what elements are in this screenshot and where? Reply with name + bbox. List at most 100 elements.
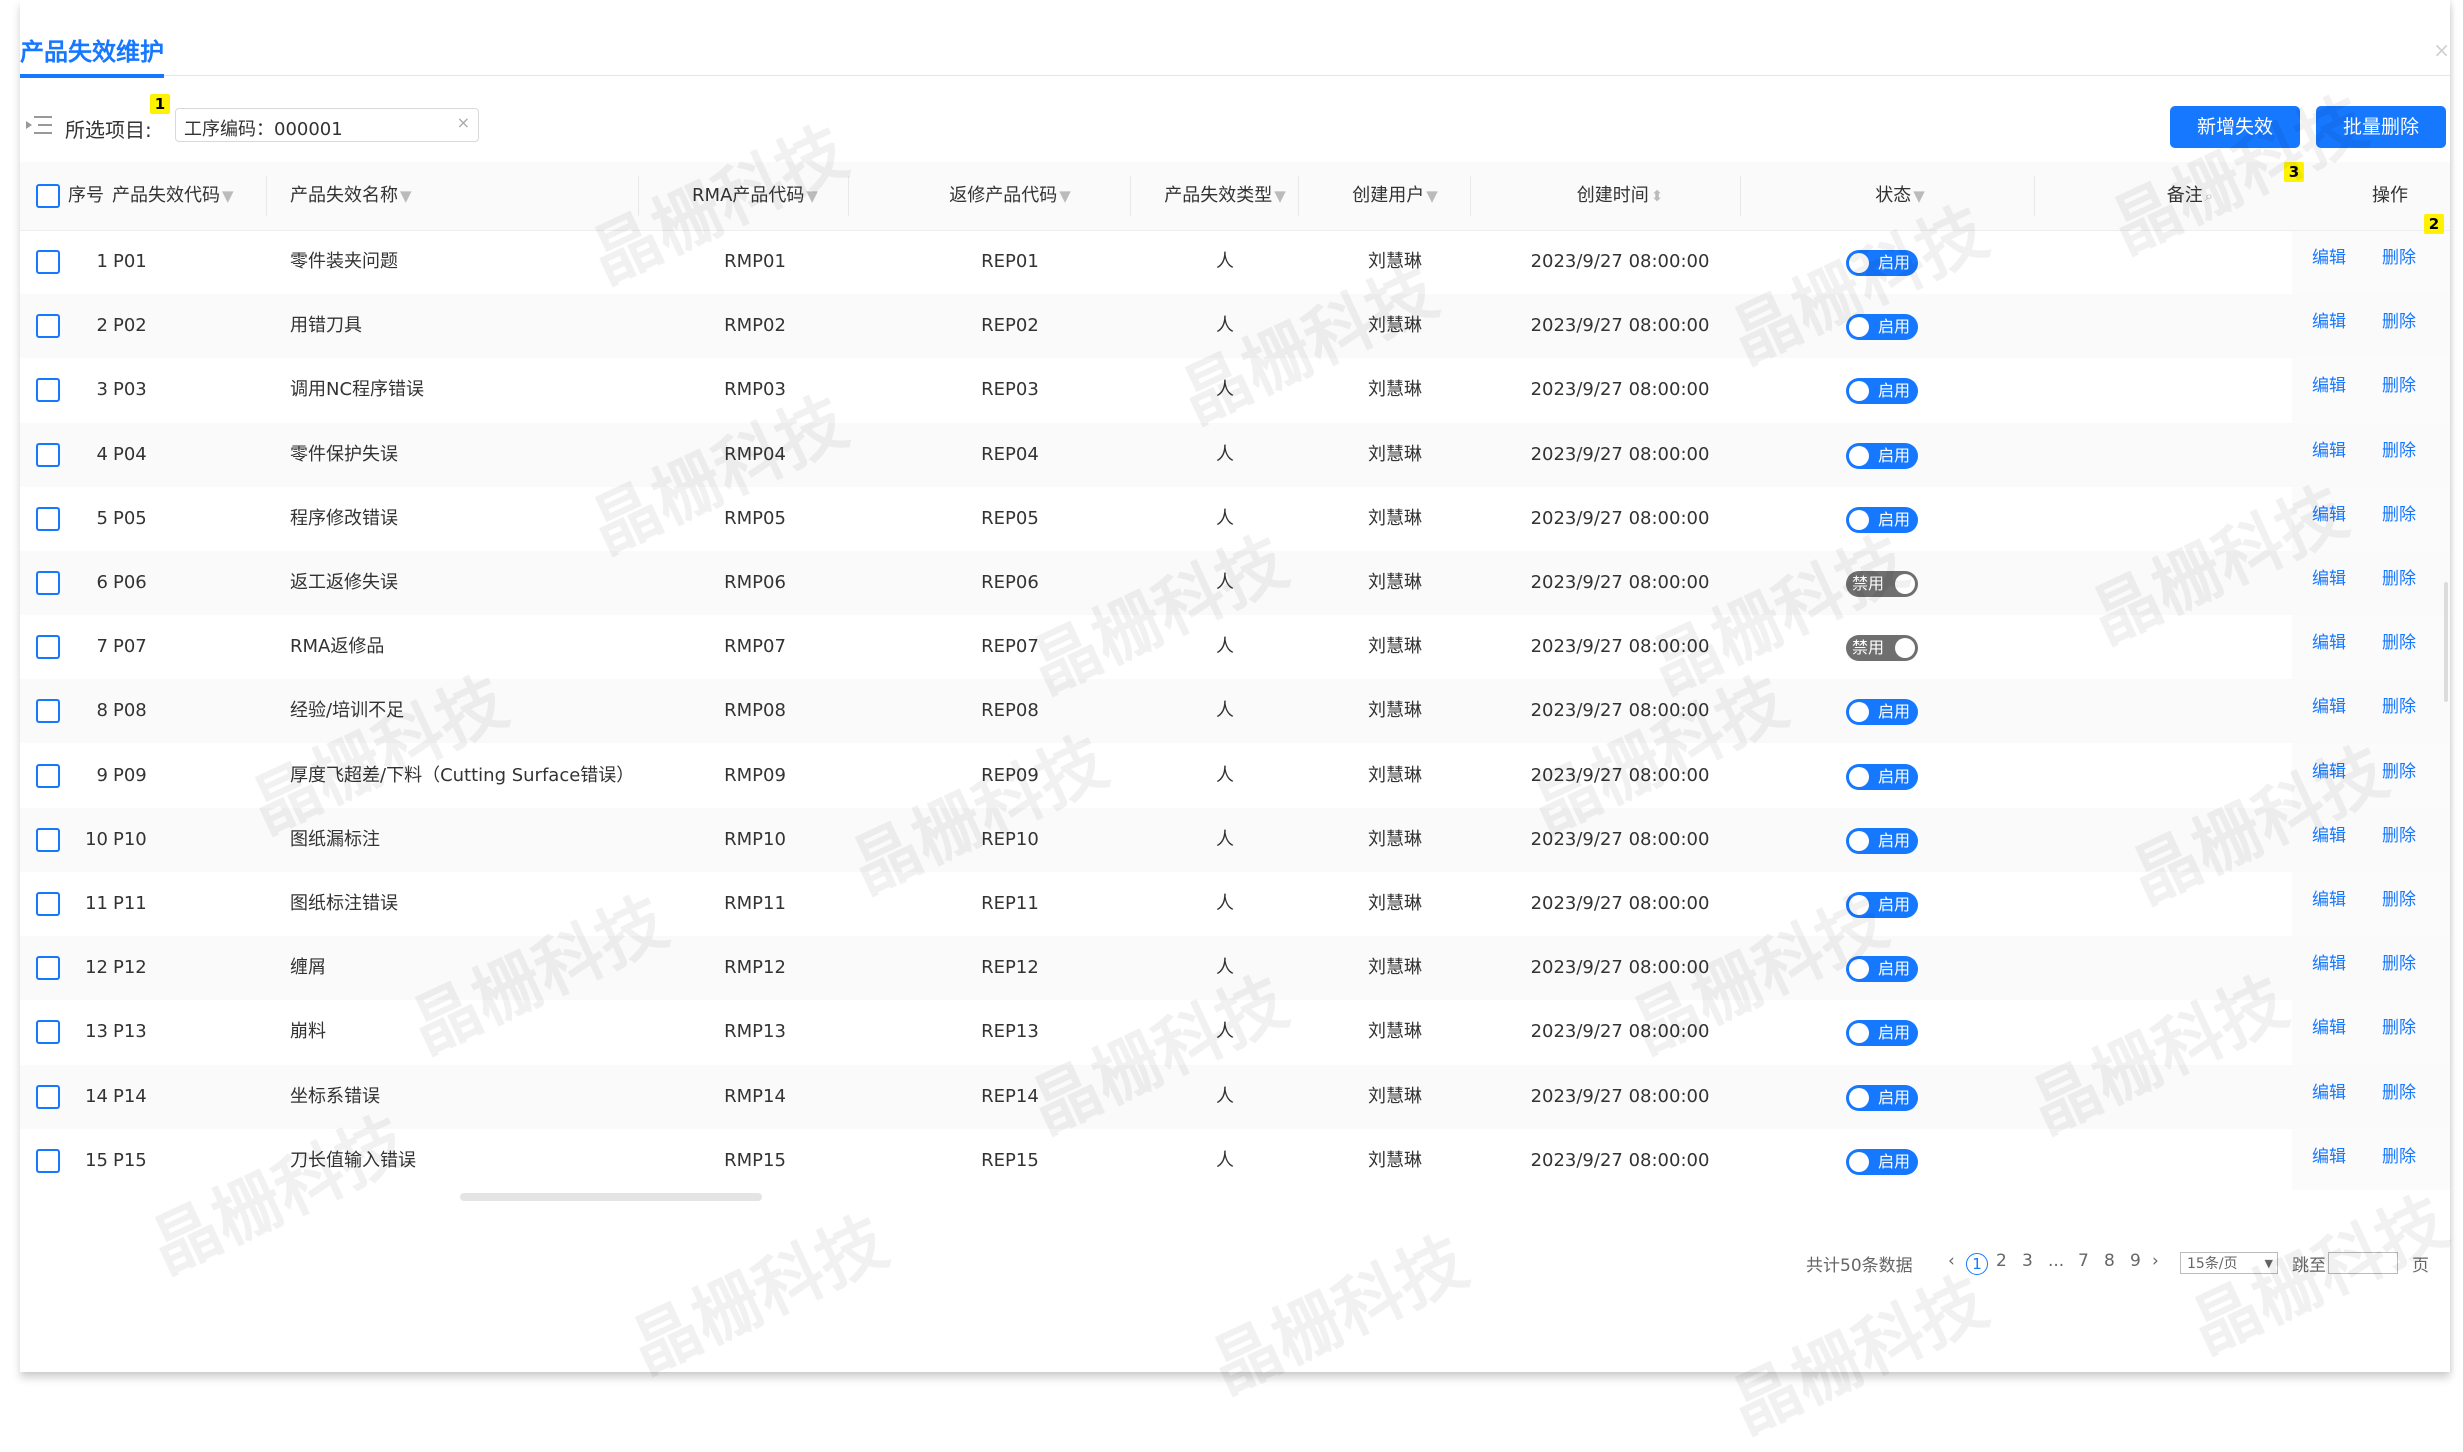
table-row[interactable]: 7 P07 RMA返修品 RMP07 REP07 人 刘慧琳 2023/9/27 08:00:… <box>20 615 2450 679</box>
table-row[interactable]: 6 P06 返工返修失误 RMP06 REP06 人 刘慧琳 2023/9/27 08:00:… <box>20 551 2450 615</box>
row-checkbox[interactable] <box>36 378 60 403</box>
table-row[interactable]: 5 P05 程序修改错误 RMP05 REP05 人 刘慧琳 2023/9/27 08:00:… <box>20 487 2450 551</box>
status-toggle[interactable]: 启用 <box>1846 506 1918 533</box>
row-checkbox[interactable] <box>36 699 60 724</box>
edit-link[interactable]: 编辑 <box>2312 744 2346 800</box>
batch-delete-button[interactable]: 批量删除 <box>2316 106 2446 148</box>
row-checkbox[interactable] <box>36 1084 60 1109</box>
table-row[interactable]: 1 P01 零件装夹问题 RMP01 REP01 人 刘慧琳 2023/9/27 08:00:… <box>20 230 2450 294</box>
delete-link[interactable]: 删除 <box>2382 551 2416 607</box>
edit-link[interactable]: 编辑 <box>2312 294 2346 350</box>
table-row[interactable]: 2 P02 用错刀具 RMP02 REP02 人 刘慧琳 2023/9/27 08:00:00… <box>20 294 2450 359</box>
add-failure-button[interactable]: 新增失效 <box>2170 106 2300 148</box>
edit-link[interactable]: 编辑 <box>2312 487 2346 543</box>
table-row[interactable]: 12 P12 缠屑 RMP12 REP12 人 刘慧琳 2023/9/27 08:00:00 启… <box>20 936 2450 1001</box>
table-row[interactable]: 15 P15 刀长值输入错误 RMP15 REP15 人 刘慧琳 2023/9/27 08:0… <box>20 1129 2450 1193</box>
status-toggle[interactable]: 启用 <box>1846 250 1918 276</box>
sort-icon[interactable]: ⬍ <box>1651 187 1664 205</box>
status-toggle[interactable]: 启用 <box>1846 1148 1918 1175</box>
filter-icon[interactable]: ▼ <box>400 187 412 205</box>
delete-link[interactable]: 删除 <box>2382 808 2416 864</box>
edit-link[interactable]: 编辑 <box>2312 1129 2346 1185</box>
edit-link[interactable]: 编辑 <box>2312 230 2346 286</box>
edit-link[interactable]: 编辑 <box>2312 551 2346 607</box>
status-toggle[interactable]: 启用 <box>1846 699 1918 726</box>
page-size-select[interactable]: 15条/页 ▼ <box>2180 1252 2278 1274</box>
filter-icon[interactable]: ▼ <box>806 187 818 205</box>
delete-link[interactable]: 删除 <box>2382 1065 2416 1121</box>
edit-link[interactable]: 编辑 <box>2312 358 2346 414</box>
edit-link[interactable]: 编辑 <box>2312 936 2346 992</box>
filter-tag[interactable]: 工序编码：000001 × <box>175 108 479 142</box>
status-toggle[interactable]: 启用 <box>1846 1084 1918 1111</box>
row-checkbox[interactable] <box>36 892 60 916</box>
tag-close-icon[interactable]: × <box>457 113 470 132</box>
page-7-button[interactable]: 7 <box>2078 1251 2089 1271</box>
status-toggle[interactable]: 启用 <box>1846 1020 1918 1047</box>
edit-link[interactable]: 编辑 <box>2312 872 2346 928</box>
delete-link[interactable]: 删除 <box>2382 423 2416 479</box>
table-row[interactable]: 14 P14 坐标系错误 RMP14 REP14 人 刘慧琳 2023/9/27 08:00:… <box>20 1064 2450 1129</box>
row-checkbox[interactable] <box>36 442 60 467</box>
delete-link[interactable]: 删除 <box>2382 615 2416 671</box>
row-checkbox[interactable] <box>36 506 60 531</box>
edit-link[interactable]: 编辑 <box>2312 423 2346 479</box>
delete-link[interactable]: 删除 <box>2382 872 2416 928</box>
page-3-button[interactable]: 3 <box>2022 1251 2033 1271</box>
table-row[interactable]: 4 P04 零件保护失误 RMP04 REP04 人 刘慧琳 2023/9/27 08:00:… <box>20 422 2450 487</box>
collapse-menu-icon[interactable] <box>26 114 52 136</box>
page-2-button[interactable]: 2 <box>1996 1251 2007 1271</box>
table-row[interactable]: 10 P10 图纸漏标注 RMP10 REP10 人 刘慧琳 2023/9/27 08:00:… <box>20 807 2450 872</box>
delete-link[interactable]: 删除 <box>2382 744 2416 800</box>
row-checkbox[interactable] <box>36 314 60 339</box>
edit-link[interactable]: 编辑 <box>2312 1000 2346 1056</box>
table-row[interactable]: 13 P13 崩料 RMP13 REP13 人 刘慧琳 2023/9/27 08:00:00 启… <box>20 1000 2450 1064</box>
select-all-checkbox[interactable] <box>36 184 60 208</box>
row-checkbox[interactable] <box>36 1148 60 1173</box>
filter-icon[interactable]: ▼ <box>222 187 234 205</box>
filter-icon[interactable]: ▼ <box>1913 187 1925 205</box>
filter-icon[interactable]: ▼ <box>1274 187 1286 205</box>
row-checkbox[interactable] <box>36 250 60 274</box>
horizontal-scrollbar[interactable] <box>460 1193 762 1201</box>
table-row[interactable]: 3 P03 调用NC程序错误 RMP03 REP03 人 刘慧琳 2023/9/27 08:0… <box>20 358 2450 422</box>
delete-link[interactable]: 删除 <box>2382 358 2416 414</box>
row-checkbox[interactable] <box>36 571 60 595</box>
status-toggle[interactable]: 启用 <box>1846 956 1918 983</box>
table-row[interactable]: 11 P11 图纸标注错误 RMP11 REP11 人 刘慧琳 2023/9/27 08:00… <box>20 872 2450 936</box>
status-toggle[interactable]: 启用 <box>1846 442 1918 469</box>
status-toggle[interactable]: 启用 <box>1846 763 1918 790</box>
delete-link[interactable]: 删除 <box>2382 294 2416 350</box>
edit-link[interactable]: 编辑 <box>2312 615 2346 671</box>
delete-link[interactable]: 删除 <box>2382 936 2416 992</box>
status-toggle[interactable]: 启用 <box>1846 892 1918 918</box>
filter-icon[interactable]: ▼ <box>1426 187 1438 205</box>
table-row[interactable]: 9 P09 厚度飞超差/下料（Cutting Surface错误） RMP09 REP0… <box>20 744 2450 808</box>
page-1-button[interactable]: 1 <box>1966 1253 1988 1275</box>
jump-page-input[interactable] <box>2328 1252 2398 1274</box>
status-toggle[interactable]: 禁用 <box>1846 571 1918 597</box>
close-icon[interactable]: × <box>2433 38 2450 62</box>
edit-link[interactable]: 编辑 <box>2312 679 2346 735</box>
delete-link[interactable]: 删除 <box>2382 230 2416 286</box>
edit-link[interactable]: 编辑 <box>2312 1065 2346 1121</box>
next-page-button[interactable]: › <box>2152 1251 2159 1271</box>
status-toggle[interactable]: 禁用 <box>1846 635 1918 662</box>
filter-icon[interactable]: ▼ <box>1059 187 1071 205</box>
status-toggle[interactable]: 启用 <box>1846 314 1918 341</box>
row-checkbox[interactable] <box>36 763 60 788</box>
row-checkbox[interactable] <box>36 1020 60 1045</box>
search-icon[interactable]: ⌕ <box>2205 187 2213 205</box>
status-toggle[interactable]: 启用 <box>1846 827 1918 854</box>
delete-link[interactable]: 删除 <box>2382 487 2416 543</box>
page-ellipsis[interactable]: ... <box>2048 1251 2064 1271</box>
tab-product-failure[interactable]: 产品失效维护 <box>20 38 164 78</box>
page-8-button[interactable]: 8 <box>2104 1251 2115 1271</box>
status-toggle[interactable]: 启用 <box>1846 378 1918 405</box>
delete-link[interactable]: 删除 <box>2382 1000 2416 1056</box>
edit-link[interactable]: 编辑 <box>2312 808 2346 864</box>
delete-link[interactable]: 删除 <box>2382 679 2416 735</box>
row-checkbox[interactable] <box>36 827 60 852</box>
row-checkbox[interactable] <box>36 635 60 660</box>
table-row[interactable]: 8 P08 经验/培训不足 RMP08 REP08 人 刘慧琳 2023/9/27 08:00… <box>20 679 2450 744</box>
